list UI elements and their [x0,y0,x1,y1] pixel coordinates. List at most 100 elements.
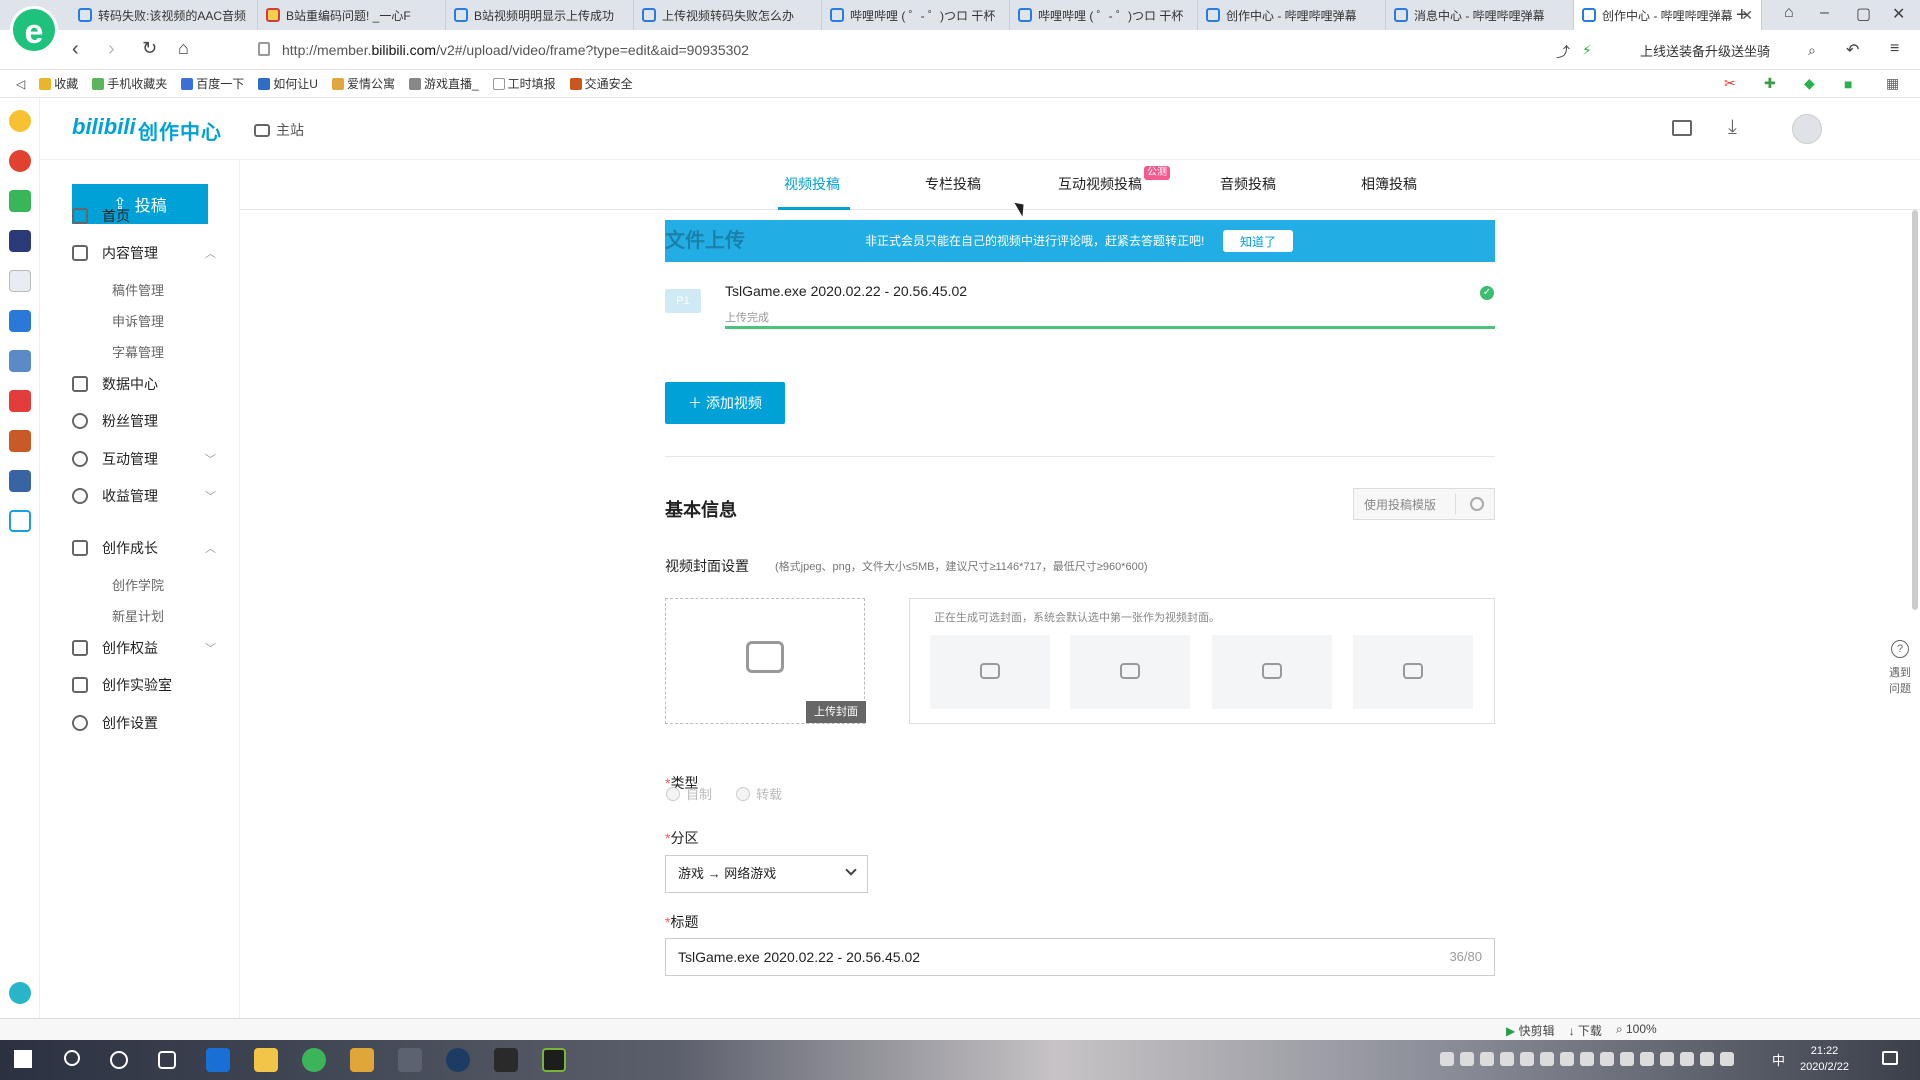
region-select[interactable]: 游戏 → 网络游戏 [665,855,868,893]
sidebar-item-fans[interactable]: 粉丝管理 [72,408,232,434]
sidebar-item-income[interactable]: 收益管理 ﹀ [72,483,232,509]
type-radio-original[interactable]: 自制 [666,784,712,803]
mail-icon[interactable] [9,190,31,212]
bookmark-item[interactable]: 交通安全 [569,75,633,92]
main-site-link[interactable]: 主站 [254,120,304,140]
title-input[interactable]: TslGame.exe 2020.02.22 - 20.56.45.02 36/8… [665,938,1495,976]
notice-dismiss-button[interactable]: 知道了 [1223,230,1293,252]
browser-tab[interactable]: 上传视频转码失败怎么办 [634,0,822,30]
favorites-star-icon[interactable] [9,110,31,132]
browser-tab[interactable]: 哔哩哔哩 ( ゜- ゜)つロ 干杯 [822,0,1010,30]
ime-indicator[interactable]: 中 [1772,1050,1785,1069]
browser-tab[interactable]: 哔哩哔哩 ( ゜- ゜)つロ 干杯 [1010,0,1198,30]
taskbar-clock[interactable]: 21:22 2020/2/22 [1800,1043,1849,1075]
windows-start-icon[interactable] [14,1050,32,1068]
lightning-icon[interactable]: ⚡ [1582,42,1592,59]
cover-candidate[interactable] [930,635,1050,709]
game-app-icon[interactable] [350,1048,374,1072]
sidebar-item-lab[interactable]: 创作实验室 [72,672,232,698]
grid-icon[interactable]: ▦ [1886,75,1899,92]
upload-cover-button[interactable]: 上传封面 [806,701,866,723]
browser-tab-active[interactable]: 创作中心 - 哔哩哔哩弹幕 ✕ [1574,0,1762,30]
tray-icon[interactable] [1540,1052,1554,1066]
sidebar-item-interaction[interactable]: 互动管理 ﹀ [72,446,232,472]
nvidia-icon[interactable] [542,1048,566,1072]
tray-icon[interactable] [1640,1052,1654,1066]
document-icon[interactable] [9,270,31,292]
game-app-icon[interactable] [398,1048,422,1072]
add-app-icon[interactable] [9,982,31,1004]
sidebar-item-content[interactable]: 内容管理 ︿ [72,240,232,266]
page-scrollbar[interactable] [1912,210,1918,610]
home-icon[interactable]: ⌂ [178,38,189,59]
tray-icon[interactable] [1500,1052,1514,1066]
bookmark-item[interactable]: 工时填报 [492,75,556,92]
download-button[interactable]: ↓ 下载 [1569,1022,1602,1039]
game-app-icon[interactable] [9,430,31,452]
search-icon[interactable] [64,1050,80,1066]
sidebar-subitem-academy[interactable]: 创作学院 [112,575,164,594]
gear-icon[interactable] [1470,497,1484,511]
ie-browser-icon[interactable] [206,1048,230,1072]
cover-candidate[interactable] [1212,635,1332,709]
browser-app-icon[interactable] [302,1048,326,1072]
tray-icon[interactable] [1620,1052,1634,1066]
sidebar-item-growth[interactable]: 创作成长 ︿ [72,535,232,561]
tray-icon[interactable] [1460,1052,1474,1066]
pubg-icon[interactable] [494,1048,518,1072]
sidebar-subitem-newstar[interactable]: 新星计划 [112,606,164,625]
zoom-level[interactable]: ⌕ 100% [1616,1022,1657,1039]
scissors-icon[interactable]: ✂ [1724,75,1736,92]
tray-icon[interactable] [1560,1052,1574,1066]
network-icon[interactable] [1700,1052,1714,1066]
browser-tab[interactable]: 创作中心 - 哔哩哔哩弹幕 [1198,0,1386,30]
type-radio-repost[interactable]: 转载 [736,784,782,803]
steam-icon[interactable] [446,1048,470,1072]
tab-interactive-video-upload[interactable]: 互动视频投稿 [1058,174,1142,194]
sidebar-item-rights[interactable]: 创作权益 ﹀ [72,635,232,661]
bookmark-item[interactable]: 百度一下 [181,75,244,92]
shield-icon[interactable]: ◆ [1804,75,1815,92]
tab-article-upload[interactable]: 专栏投稿 [925,174,981,194]
cover-candidate[interactable] [1070,635,1190,709]
tab-video-upload[interactable]: 视频投稿 [784,174,840,194]
undo-icon[interactable]: ↶ [1846,40,1859,60]
help-widget[interactable]: ? 遇到 问题 [1880,640,1920,696]
browser-tab[interactable]: 转码失败:该视频的AAC音频 [70,0,258,30]
cover-upload-box[interactable]: 上传封面 [665,598,866,724]
bookmark-item[interactable]: 爱情公寓 [331,75,395,92]
p-app-icon[interactable] [9,510,31,532]
tray-icon[interactable] [1480,1052,1494,1066]
mail-icon[interactable] [1672,120,1692,136]
game-app-icon[interactable] [9,350,31,372]
task-view-icon[interactable] [158,1051,176,1069]
cortana-icon[interactable] [110,1051,128,1069]
tray-icon[interactable] [1580,1052,1594,1066]
sidebar-toggle-icon[interactable]: ◁ [16,77,25,91]
tray-icon[interactable] [1600,1052,1614,1066]
tray-icon[interactable] [1520,1052,1534,1066]
avatar[interactable] [1792,114,1822,144]
search-icon[interactable]: ⌕ [1808,42,1816,59]
volume-icon[interactable] [1720,1052,1734,1066]
bookmark-item[interactable]: 如何让U [258,75,318,92]
tray-icon[interactable] [1440,1052,1454,1066]
sidebar-subitem-manuscripts[interactable]: 稿件管理 [112,280,164,299]
microphone-icon[interactable] [1680,1052,1694,1066]
quick-edit-button[interactable]: ▶ 快剪辑 [1506,1022,1555,1039]
tab-album-upload[interactable]: 相簿投稿 [1361,174,1417,194]
game-icon[interactable]: ■ [1844,76,1852,92]
bookmark-item[interactable]: 手机收藏夹 [92,75,167,92]
sidebar-subitem-appeals[interactable]: 申诉管理 [112,311,164,330]
video-app-icon[interactable] [9,390,31,412]
file-explorer-icon[interactable] [254,1048,278,1072]
address-promo[interactable]: 上线送装备升级送坐骑 [1640,41,1770,60]
browser-tab[interactable]: B站重编码问题! _一心F [258,0,446,30]
close-window-icon[interactable]: ✕ [1892,4,1905,24]
new-tab-icon[interactable]: + [1736,4,1748,27]
bookmark-item[interactable]: 游戏直播_ [408,75,479,92]
tab-audio-upload[interactable]: 音频投稿 [1220,174,1276,194]
url-field[interactable]: http://member.bilibili.com/v2#/upload/vi… [240,37,1540,63]
sidebar-item-settings[interactable]: 创作设置 [72,710,232,736]
extension-icon[interactable]: ✚ [1764,75,1776,92]
